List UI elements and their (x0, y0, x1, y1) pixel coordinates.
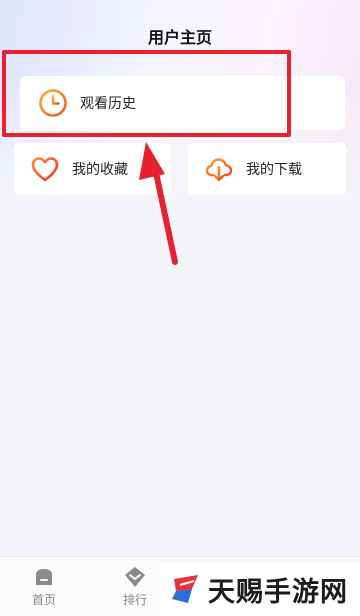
rank-icon (125, 567, 145, 587)
tab-home[interactable]: 首页 (14, 557, 74, 616)
favorites-label: 我的收藏 (72, 162, 128, 178)
downloads-label: 我的下载 (246, 162, 302, 178)
cloud-download-icon (205, 158, 233, 182)
watermark-text: 天赐手游网 (208, 576, 348, 608)
tab-home-label: 首页 (31, 593, 56, 607)
tab-rank[interactable]: 排行 (105, 557, 165, 616)
heart-icon (31, 157, 59, 182)
history-card[interactable]: 观看历史 (20, 76, 345, 130)
clock-icon (39, 89, 67, 117)
history-label: 观看历史 (80, 96, 136, 112)
favorites-card[interactable]: 我的收藏 (14, 143, 171, 195)
tab-rank-label: 排行 (122, 593, 147, 607)
home-icon (36, 569, 52, 585)
page-title: 用户主页 (147, 28, 212, 47)
downloads-card[interactable]: 我的下载 (188, 143, 346, 195)
watermark-logo-icon (172, 575, 198, 603)
watermark: 天赐手游网 (160, 562, 360, 616)
